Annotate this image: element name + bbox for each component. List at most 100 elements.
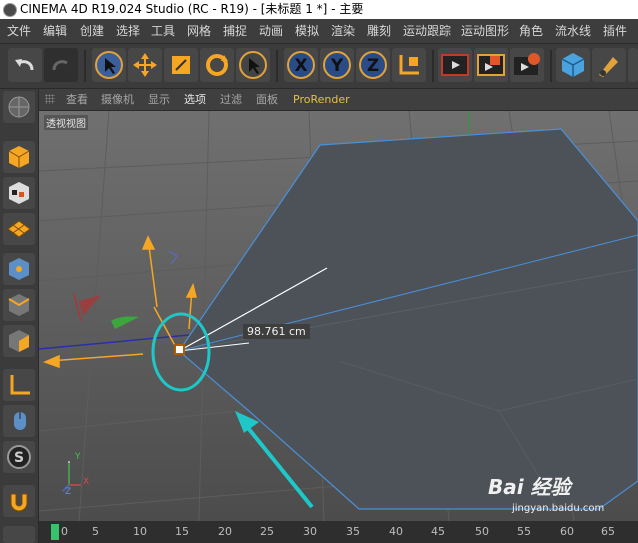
timeline-ruler[interactable]: 0 5 10 15 20 25 30 35 40 45 50 55 60 65 (39, 521, 638, 543)
panel-grip-icon[interactable] (45, 94, 55, 104)
viewport-menu-options[interactable]: 选项 (184, 89, 206, 110)
grid-plane-icon (7, 220, 31, 238)
rotate-tool-button[interactable] (200, 48, 234, 82)
menu-create[interactable]: 创建 (80, 19, 104, 43)
y-axis-button[interactable]: Y (320, 48, 354, 82)
axis-x-label: X (83, 477, 90, 487)
scale-tool-button[interactable] (164, 48, 198, 82)
baidu-watermark: Bai 经验 jingyan.baidu.com (488, 471, 638, 521)
polygons-cube-icon (9, 330, 29, 352)
menu-character[interactable]: 角色 (519, 19, 543, 43)
move-tool-button[interactable] (128, 48, 162, 82)
viewport-menu-cameras[interactable]: 摄像机 (101, 89, 134, 110)
pen-button[interactable] (592, 48, 626, 82)
magnet-icon (10, 493, 28, 512)
select-button[interactable] (236, 48, 270, 82)
z-axis-icon: Z (359, 51, 387, 79)
points-mode-button[interactable] (3, 253, 35, 285)
axis-mode-button[interactable] (3, 369, 35, 401)
menu-snap[interactable]: 捕捉 (223, 19, 247, 43)
clapper-gear-icon (514, 53, 540, 75)
baidu-watermark-text: Bai 经验 (488, 475, 571, 499)
x-axis-button[interactable]: X (284, 48, 318, 82)
menu-motion-tracking[interactable]: 运动跟踪 (403, 19, 451, 43)
viewport-menu-prorender[interactable]: ProRender (293, 89, 350, 110)
viewport-menu-view[interactable]: 查看 (66, 89, 88, 110)
model-mode-button[interactable] (3, 141, 35, 173)
menu-tools[interactable]: 工具 (151, 19, 175, 43)
viewport-menu-display[interactable]: 显示 (148, 89, 170, 110)
menu-simulate[interactable]: 模拟 (295, 19, 319, 43)
axis-y-label: Y (75, 452, 81, 462)
workplane-button[interactable] (3, 213, 35, 245)
svg-text:Y: Y (330, 56, 344, 76)
edges-cube-icon (8, 294, 30, 316)
menu-select[interactable]: 选择 (116, 19, 140, 43)
viewport-menu-panel[interactable]: 面板 (256, 89, 278, 110)
render-settings-button[interactable] (510, 48, 544, 82)
redo-icon (52, 60, 68, 71)
y-axis-icon: Y (323, 51, 351, 79)
svg-text:X: X (294, 56, 307, 76)
timeline-playhead[interactable] (51, 524, 59, 540)
scale-icon (172, 56, 190, 74)
baidu-watermark-url: jingyan.baidu.com (512, 503, 605, 514)
main-toolbar: X Y Z (0, 44, 638, 89)
cube-icon (561, 53, 585, 77)
timeline-tick-50: 50 (475, 525, 489, 538)
menu-plugins[interactable]: 插件 (603, 19, 627, 43)
title-bar: CINEMA 4D R19.024 Studio (RC - R19) - [未… (0, 0, 638, 19)
timeline-tick-25: 25 (260, 525, 274, 538)
timeline-tick-15: 15 (175, 525, 189, 538)
texture-mode-button[interactable] (3, 177, 35, 209)
menu-edit[interactable]: 编辑 (43, 19, 67, 43)
redo-button[interactable] (44, 48, 78, 82)
tweak-mode-button[interactable] (3, 405, 35, 437)
timeline-tick-65: 65 (601, 525, 615, 538)
clapper-icon (441, 54, 469, 76)
magnet-button[interactable] (3, 485, 35, 517)
points-cube-icon (9, 258, 29, 280)
viewport-menu-bar: 查看 摄像机 显示 选项 过滤 面板 ProRender (39, 89, 638, 111)
render-view-button[interactable] (438, 48, 472, 82)
menu-file[interactable]: 文件 (7, 19, 31, 43)
bottom-left-button[interactable] (3, 526, 35, 543)
coordinate-system-button[interactable] (392, 48, 426, 82)
left-toolbar: S (0, 89, 39, 543)
measure-label: 98.761 cm (243, 324, 310, 339)
menu-sculpt[interactable]: 雕刻 (367, 19, 391, 43)
make-editable-button[interactable] (3, 91, 35, 123)
menu-pipeline[interactable]: 流水线 (555, 19, 591, 43)
render-picture-viewer-button[interactable] (474, 48, 508, 82)
viewport-label: 透视视图 (44, 115, 88, 130)
snap-s-icon: S (7, 445, 31, 469)
clapper-play-icon (477, 54, 505, 76)
timeline-tick-10: 10 (133, 525, 147, 538)
z-axis-button[interactable]: Z (356, 48, 390, 82)
more-toolbar-button[interactable] (628, 48, 638, 82)
checker-cube-icon (9, 182, 29, 204)
menu-animate[interactable]: 动画 (259, 19, 283, 43)
live-selection-button[interactable] (92, 48, 126, 82)
timeline-tick-45: 45 (431, 525, 445, 538)
timeline-tick-40: 40 (389, 525, 403, 538)
window-title: CINEMA 4D R19.024 Studio (RC - R19) - [未… (20, 2, 364, 16)
edges-mode-button[interactable] (3, 289, 35, 321)
axis-icon (10, 375, 30, 395)
undo-button[interactable] (8, 48, 42, 82)
pen-icon (599, 57, 618, 77)
polygons-mode-button[interactable] (3, 325, 35, 357)
menu-mograph[interactable]: 运动图形 (461, 19, 509, 43)
perspective-viewport[interactable]: 透视视图 98.761 cm Y X Z Bai 经验 jingyan.baid… (39, 111, 638, 521)
move-icon (133, 53, 157, 77)
menu-render[interactable]: 渲染 (331, 19, 355, 43)
object-handle[interactable] (174, 344, 185, 355)
cinema4d-logo-icon (3, 3, 17, 17)
snap-button[interactable]: S (3, 441, 35, 473)
viewport-canvas[interactable] (39, 111, 638, 521)
menu-mesh[interactable]: 网格 (187, 19, 211, 43)
cube-button[interactable] (556, 48, 590, 82)
grid-sphere-icon (8, 96, 30, 118)
viewport-menu-filter[interactable]: 过滤 (220, 89, 242, 110)
svg-text:S: S (14, 450, 24, 466)
